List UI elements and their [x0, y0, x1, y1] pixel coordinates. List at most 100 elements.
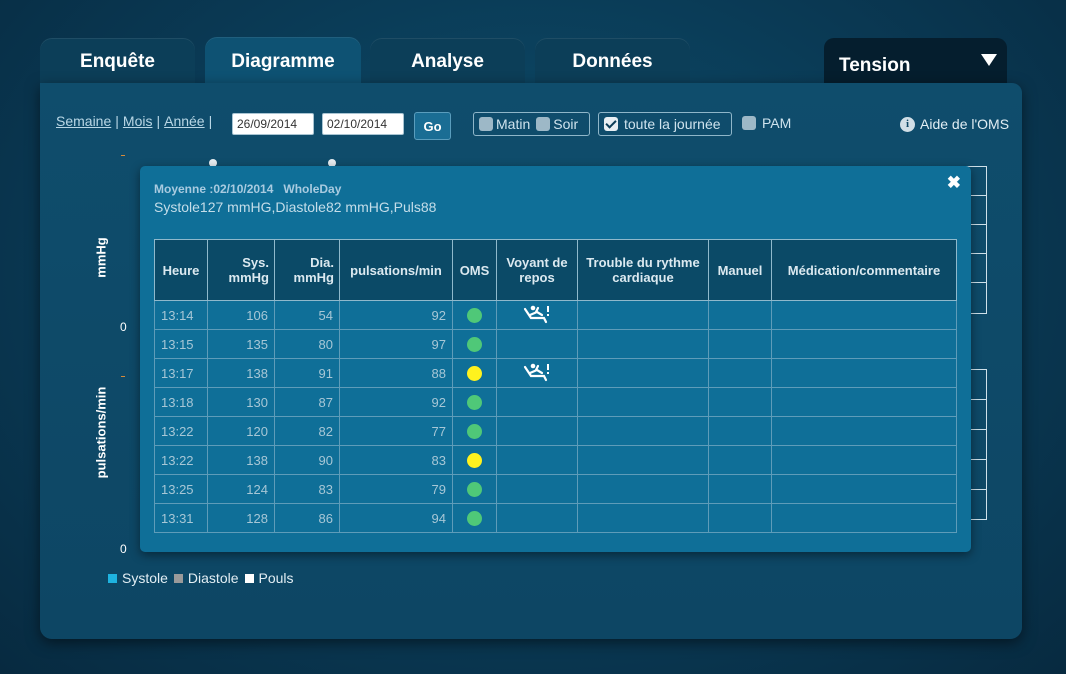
- cell-manuel: [708, 445, 772, 475]
- toute-journee-checkbox[interactable]: [604, 117, 618, 131]
- cell-sys: 138: [207, 445, 275, 475]
- table-row[interactable]: 13:14 106 54 92: [154, 300, 957, 330]
- cell-heure: 13:22: [154, 416, 208, 446]
- oms-status-dot-icon: [467, 308, 482, 324]
- cell-dia: 80: [274, 329, 340, 359]
- pam-option: PAM: [740, 115, 791, 131]
- table-row[interactable]: 13:22 120 82 77: [154, 416, 957, 446]
- cell-heure: 13:18: [154, 387, 208, 417]
- col-heure: Heure: [154, 239, 208, 301]
- link-mois[interactable]: Mois: [123, 113, 153, 129]
- y-axis-label-mmhg: mmHg: [93, 237, 109, 278]
- tab-diagramme[interactable]: Diagramme: [205, 37, 361, 87]
- axis-tick: [121, 376, 125, 377]
- cell-pulsations: 77: [339, 416, 453, 446]
- cell-manuel: [708, 300, 772, 330]
- soir-label: Soir: [553, 116, 579, 132]
- cell-sys: 120: [207, 416, 275, 446]
- tab-analyse-label: Analyse: [411, 51, 484, 72]
- measurement-popup: Moyenne :02/10/2014 WholeDay Systole127 …: [140, 166, 971, 552]
- tab-donnees[interactable]: Données: [535, 38, 690, 86]
- link-semaine[interactable]: Semaine: [56, 113, 111, 129]
- cell-oms: [452, 474, 497, 504]
- oms-status-dot-icon: [467, 395, 482, 411]
- table-row[interactable]: 13:25 124 83 79: [154, 474, 957, 504]
- tab-enquete[interactable]: Enquête: [40, 38, 195, 86]
- cell-oms: [452, 416, 497, 446]
- date-to-input[interactable]: [322, 113, 404, 135]
- cell-voyant-repos: [496, 503, 578, 533]
- table-row[interactable]: 13:31 128 86 94: [154, 503, 957, 533]
- col-oms: OMS: [452, 239, 497, 301]
- cell-voyant-repos: [496, 474, 578, 504]
- toute-journee-label: toute la journée: [624, 116, 721, 132]
- oms-status-dot-icon: [467, 337, 482, 353]
- tab-diagramme-label: Diagramme: [231, 51, 335, 72]
- cell-dia: 91: [274, 358, 340, 388]
- info-icon: i: [900, 116, 915, 132]
- y-axis-zero-top: 0: [120, 320, 127, 334]
- go-button[interactable]: Go: [414, 112, 451, 140]
- table-row[interactable]: 13:18 130 87 92: [154, 387, 957, 417]
- cell-medication: [771, 416, 957, 446]
- cell-pulsations: 97: [339, 329, 453, 359]
- legend-diastole: Diastole: [187, 570, 239, 586]
- soir-checkbox[interactable]: [536, 117, 551, 131]
- cell-dia: 82: [274, 416, 340, 446]
- oms-status-dot-icon: [467, 511, 482, 527]
- table-row[interactable]: 13:17 138 91 88: [154, 358, 957, 388]
- link-annee[interactable]: Année: [164, 113, 204, 129]
- col-pulsations: pulsations/min: [339, 239, 453, 301]
- table-header-row: Heure Sys. mmHg Dia. mmHg pulsations/min…: [154, 239, 957, 301]
- matin-checkbox[interactable]: [479, 117, 493, 131]
- cell-sys: 138: [207, 358, 275, 388]
- cell-heure: 13:25: [154, 474, 208, 504]
- cell-medication: [771, 387, 957, 417]
- col-voyant-repos: Voyant de repos: [496, 239, 578, 301]
- col-sys: Sys. mmHg: [207, 239, 275, 301]
- rest-indicator-icon: [522, 363, 552, 385]
- cell-voyant-repos: [496, 445, 578, 475]
- separator: |: [156, 113, 161, 129]
- cell-heure: 13:15: [154, 329, 208, 359]
- cell-voyant-repos: [496, 329, 578, 359]
- diastole-swatch: [173, 573, 183, 583]
- separator: |: [115, 113, 119, 129]
- pouls-swatch: [244, 573, 254, 583]
- col-dia: Dia. mmHg: [274, 239, 340, 301]
- cell-dia: 87: [274, 387, 340, 417]
- cell-medication: [771, 503, 957, 533]
- cell-sys: 130: [207, 387, 275, 417]
- popup-summary: Systole127 mmHG,Diastole82 mmHG,Puls88: [154, 199, 437, 215]
- cell-sys: 124: [207, 474, 275, 504]
- cell-dia: 54: [274, 300, 340, 330]
- pam-checkbox[interactable]: [742, 116, 756, 130]
- tension-dropdown[interactable]: Tension: [824, 38, 1007, 86]
- cell-trouble-rythme: [577, 445, 709, 475]
- close-icon[interactable]: ✖: [947, 173, 961, 193]
- date-from-input[interactable]: [232, 113, 314, 135]
- cell-voyant-repos: [496, 387, 578, 417]
- matin-label: Matin: [496, 116, 531, 132]
- cell-sys: 106: [207, 300, 275, 330]
- table-row[interactable]: 13:15 135 80 97: [154, 329, 957, 359]
- cell-manuel: [708, 329, 772, 359]
- cell-medication: [771, 474, 957, 504]
- axis-tick: [121, 155, 125, 156]
- aide-oms-label: Aide de l'OMS: [920, 116, 1010, 132]
- tab-analyse[interactable]: Analyse: [370, 38, 525, 86]
- pam-label: PAM: [762, 115, 792, 131]
- cell-oms: [452, 358, 497, 388]
- aide-oms-link[interactable]: i Aide de l'OMS: [900, 116, 1009, 132]
- chart-legend: Systole Diastole Pouls: [108, 570, 294, 586]
- cell-oms: [452, 329, 497, 359]
- whole-day-group: toute la journée: [598, 112, 732, 136]
- table-row[interactable]: 13:22 138 90 83: [154, 445, 957, 475]
- legend-systole: Systole: [122, 570, 168, 586]
- y-axis-zero-bottom: 0: [120, 542, 127, 556]
- cell-dia: 86: [274, 503, 340, 533]
- cell-heure: 13:14: [154, 300, 208, 330]
- cell-manuel: [708, 358, 772, 388]
- y-axis-label-pulse: pulsations/min: [93, 386, 109, 479]
- cell-heure: 13:17: [154, 358, 208, 388]
